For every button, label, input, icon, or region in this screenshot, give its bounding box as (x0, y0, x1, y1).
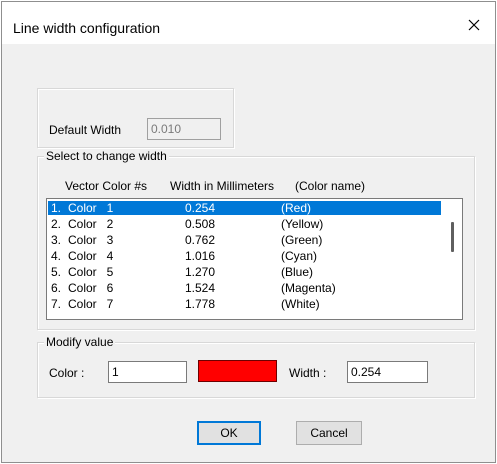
row-color-name: (Green) (281, 233, 323, 247)
row-color: Color 4 (68, 249, 114, 263)
row-color: Color 5 (68, 265, 114, 279)
row-number: 4. (51, 249, 62, 263)
close-icon (468, 19, 480, 31)
column-header-width: Width in Millimeters (170, 179, 275, 193)
row-width: 1.778 (185, 297, 216, 311)
width-input[interactable] (347, 361, 428, 383)
color-swatch[interactable] (198, 360, 277, 382)
select-width-legend: Select to change width (44, 149, 169, 163)
column-header-color: Vector Color #s (65, 179, 148, 193)
row-color: Color 2 (68, 217, 114, 231)
list-item[interactable]: 1. Color 1 0.254 (Red) (48, 201, 441, 215)
row-color-name: (Cyan) (281, 249, 318, 263)
column-header-name: (Color name) (295, 179, 366, 193)
row-number: 7. (51, 297, 62, 311)
color-label: Color : (49, 366, 85, 380)
row-width: 0.762 (185, 233, 216, 247)
row-color-name: (Magenta) (281, 281, 336, 295)
default-width-label: Default Width (49, 123, 122, 137)
modify-value-legend: Modify value (44, 335, 116, 349)
row-color: Color 6 (68, 281, 114, 295)
list-item[interactable]: 7. Color 7 1.778 (White) (48, 297, 441, 311)
width-label: Width : (289, 366, 327, 380)
row-width: 1.524 (185, 281, 216, 295)
color-input[interactable] (108, 361, 187, 383)
row-number: 1. (51, 201, 62, 215)
row-number: 6. (51, 281, 62, 295)
row-color-name: (White) (281, 297, 320, 311)
color-width-list[interactable]: 1. Color 1 0.254 (Red) 2. Color 2 0.508 … (46, 198, 463, 320)
row-color: Color 1 (68, 201, 114, 215)
row-color: Color 3 (68, 233, 114, 247)
row-number: 2. (51, 217, 62, 231)
window-title: Line width configuration (13, 20, 161, 36)
list-item[interactable]: 4. Color 4 1.016 (Cyan) (48, 249, 441, 263)
list-scrollbar[interactable] (443, 200, 461, 318)
row-width: 1.016 (185, 249, 216, 263)
row-color: Color 7 (68, 297, 114, 311)
list-item[interactable]: 5. Color 5 1.270 (Blue) (48, 265, 441, 279)
row-color-name: (Yellow) (281, 217, 324, 231)
ok-button[interactable]: OK (197, 421, 261, 445)
row-width: 0.508 (185, 217, 216, 231)
default-width-field (147, 118, 221, 140)
row-width: 0.254 (185, 201, 216, 215)
row-number: 3. (51, 233, 62, 247)
list-item[interactable]: 3. Color 3 0.762 (Green) (48, 233, 441, 247)
row-color-name: (Blue) (281, 265, 314, 279)
list-item[interactable]: 6. Color 6 1.524 (Magenta) (48, 281, 441, 295)
row-width: 1.270 (185, 265, 216, 279)
line-width-dialog: Line width configuration Default Width S… (1, 1, 496, 463)
title-bar: Line width configuration (2, 2, 495, 44)
list-item[interactable]: 2. Color 2 0.508 (Yellow) (48, 217, 441, 231)
cancel-button[interactable]: Cancel (296, 421, 362, 445)
row-number: 5. (51, 265, 62, 279)
row-color-name: (Red) (281, 201, 312, 215)
scroll-thumb[interactable] (451, 222, 454, 252)
close-button[interactable] (457, 10, 491, 40)
